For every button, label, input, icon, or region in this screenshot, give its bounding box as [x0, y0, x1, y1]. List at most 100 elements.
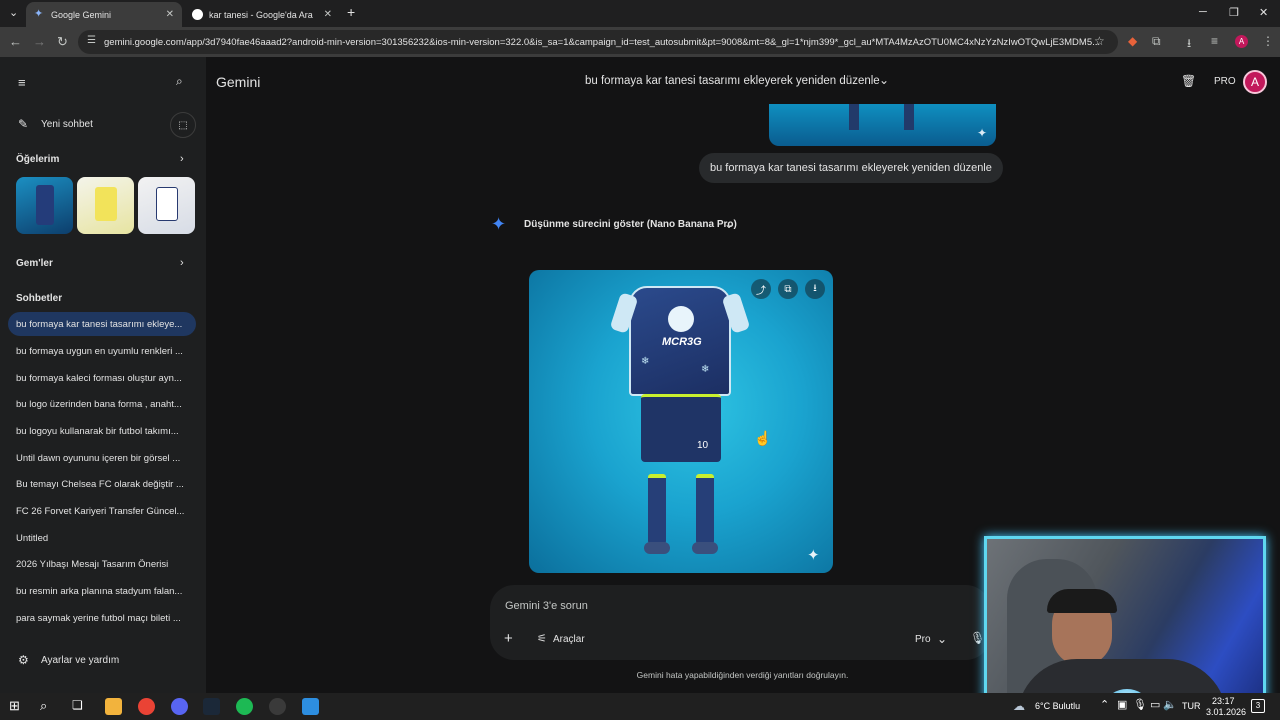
minimize-icon[interactable]: ─	[1199, 6, 1207, 18]
item-thumbnail-yellow-kit[interactable]	[77, 177, 134, 234]
clock-time[interactable]: 23:17	[1212, 696, 1235, 706]
language-indicator[interactable]: TUR	[1182, 701, 1201, 711]
reload-icon[interactable]: ↻	[57, 34, 68, 50]
extensions-puzzle-icon[interactable]: ⧉	[1152, 34, 1161, 49]
chevron-down-icon: ⌄	[724, 217, 735, 231]
chat-item[interactable]: para saymak yerine futbol maçı bileti ..…	[8, 606, 196, 630]
address-bar[interactable]: ☰ gemini.google.com/app/3d7940fae46aaad2…	[78, 30, 1118, 54]
tools-label: Araçlar	[553, 634, 585, 645]
mouse-cursor-icon: ☝	[754, 430, 772, 446]
item-thumbnail-snowflake-kit[interactable]	[16, 177, 73, 234]
gems-heading[interactable]: Gem'ler	[16, 258, 53, 269]
browser-toolbar: ← → ↻ ☰ gemini.google.com/app/3d7940fae4…	[0, 27, 1280, 57]
network-icon[interactable]: ▣	[1117, 698, 1127, 711]
profile-avatar-icon[interactable]: A	[1235, 35, 1248, 48]
display-icon[interactable]: ▭	[1150, 698, 1160, 711]
conversation-title-dropdown[interactable]: bu formaya kar tanesi tasarımı ekleyerek…	[585, 71, 895, 93]
windows-taskbar: ⊞ ⌕ ❏ ☁ 6°C Bulutlu ⌃ ▣ 🎙 ▭ 🔈 TUR 23:17 …	[0, 693, 1280, 720]
media-control-icon[interactable]: ≡	[1211, 34, 1218, 48]
menu-icon[interactable]: ≡	[18, 75, 26, 90]
chat-item[interactable]: 2026 Yılbaşı Mesajı Tasarım Önerisi	[8, 552, 196, 576]
url-text: gemini.google.com/app/3d7940fae46aaad2?a…	[104, 36, 1101, 48]
chat-item[interactable]: bu formaya kaleci forması oluştur ayn...	[8, 366, 196, 390]
user-message-text: bu formaya kar tanesi tasarımı ekleyerek…	[710, 162, 992, 174]
jersey-boot-left	[644, 542, 670, 554]
tools-button[interactable]: ⚟ Araçlar	[537, 632, 597, 648]
show-thinking-toggle[interactable]: Düşünme sürecini göster (Nano Banana Pro…	[524, 217, 744, 233]
chat-item[interactable]: Untitled	[8, 526, 196, 550]
tray-chevron-icon[interactable]: ⌃	[1100, 698, 1109, 711]
weather-text[interactable]: 6°C Bulutlu	[1035, 701, 1080, 711]
steam-icon[interactable]	[203, 698, 220, 715]
copy-icon[interactable]: ⧉	[778, 279, 798, 299]
search-icon[interactable]: ⌕	[176, 74, 183, 89]
restore-icon[interactable]: ❐	[1229, 6, 1239, 19]
download-icon[interactable]: ⭳	[805, 279, 825, 299]
snowflake-icon: ❄	[701, 364, 710, 375]
microphone-icon[interactable]: 🎙	[970, 631, 985, 645]
obs-icon[interactable]	[269, 698, 286, 715]
pro-badge[interactable]: PRO	[1214, 76, 1236, 87]
sparkle-icon: ✦	[977, 126, 988, 140]
task-view-icon[interactable]: ❏	[72, 698, 83, 712]
chat-item[interactable]: bu resmin arka planına stadyum falan...	[8, 579, 196, 603]
microphone-icon[interactable]: 🎙	[1133, 698, 1147, 711]
close-icon[interactable]: ✕	[166, 9, 174, 20]
windows-start-icon[interactable]: ⊞	[9, 698, 20, 714]
settings-and-help-button[interactable]: ⚙ Ayarlar ve yardım	[18, 653, 188, 669]
model-selector[interactable]: Pro ⌄	[915, 632, 955, 648]
new-chat-button[interactable]: ✎ Yeni sohbet	[18, 117, 178, 133]
bookmark-star-icon[interactable]: ☆	[1094, 34, 1105, 48]
chevron-right-icon[interactable]: ›	[180, 257, 184, 269]
gemini-sparkle-icon: ✦	[491, 214, 507, 234]
notifications-icon[interactable]: 3	[1251, 699, 1265, 713]
file-explorer-icon[interactable]	[105, 698, 122, 715]
search-icon[interactable]: ⌕	[40, 698, 47, 714]
prompt-input-box[interactable]: Gemini 3'e sorun + ⚟ Araçlar Pro ⌄ 🎙	[490, 585, 990, 660]
add-icon[interactable]: +	[504, 630, 513, 647]
new-tab-button[interactable]: +	[347, 4, 355, 20]
new-chat-label: Yeni sohbet	[41, 119, 93, 130]
item-thumbnail-white-kit[interactable]	[138, 177, 195, 234]
generated-jersey-image[interactable]: MCR3G ❄ ❄ 10 ⤴ ⧉ ⭳ ✦	[529, 270, 833, 573]
previous-generated-image[interactable]: ✦	[769, 104, 996, 146]
chat-item[interactable]: FC 26 Forvet Kariyeri Transfer Güncel...	[8, 499, 196, 523]
app-icon[interactable]	[302, 698, 319, 715]
forward-icon[interactable]: →	[33, 34, 46, 49]
tab-gemini[interactable]: ✦ Google Gemini ✕	[26, 2, 182, 27]
chat-item[interactable]: Bu temayı Chelsea FC olarak değiştir ...	[8, 472, 196, 496]
my-items-heading[interactable]: Öğelerim	[16, 154, 59, 165]
avatar[interactable]: A	[1243, 70, 1267, 94]
back-icon[interactable]: ←	[9, 34, 22, 49]
site-info-icon[interactable]: ☰	[87, 35, 96, 46]
chat-item[interactable]: bu formaya kar tanesi tasarımı ekleye...	[8, 312, 196, 336]
chat-item[interactable]: Until dawn oyununu içeren bir görsel ...	[8, 446, 196, 470]
tab-search-icon[interactable]: ⌄	[9, 6, 18, 19]
headphones-shape	[1047, 589, 1117, 613]
browser-menu-icon[interactable]: ⋮	[1262, 34, 1274, 48]
chevron-right-icon[interactable]: ›	[180, 153, 184, 165]
window-close-icon[interactable]: ✕	[1259, 6, 1268, 19]
extension-icon[interactable]: ◆	[1128, 34, 1137, 48]
download-icon[interactable]: ⭳	[1187, 34, 1191, 55]
chat-item[interactable]: bu logoyu kullanarak bir futbol takımı..…	[8, 419, 196, 443]
chrome-icon[interactable]	[138, 698, 155, 715]
tab-google-search[interactable]: kar tanesi - Google'da Ara ✕	[184, 2, 340, 27]
app-title[interactable]: Gemini	[216, 74, 260, 90]
temporary-chat-icon[interactable]: ⬚	[170, 112, 196, 138]
chat-item[interactable]: bu formaya uygun en uyumlu renkleri ...	[8, 339, 196, 363]
spotify-icon[interactable]	[236, 698, 253, 715]
snowflake-icon: ❄	[641, 356, 650, 367]
user-message: bu formaya kar tanesi tasarımı ekleyerek…	[699, 153, 1003, 183]
weather-cloud-icon: ☁	[1013, 699, 1025, 713]
thinking-toggle-label: Düşünme sürecini göster (Nano Banana Pro…	[524, 219, 737, 230]
delete-chat-icon[interactable]: 🗑	[1181, 74, 1196, 88]
discord-icon[interactable]	[171, 698, 188, 715]
chat-item[interactable]: bu logo üzerinden bana forma , anaht...	[8, 392, 196, 416]
prompt-input[interactable]: Gemini 3'e sorun	[505, 600, 588, 612]
volume-icon[interactable]: 🔈	[1163, 698, 1177, 711]
settings-label: Ayarlar ve yardım	[41, 655, 120, 666]
close-icon[interactable]: ✕	[324, 9, 332, 20]
share-icon[interactable]: ⤴	[751, 279, 771, 299]
clock-date[interactable]: 3.01.2026	[1206, 707, 1246, 717]
